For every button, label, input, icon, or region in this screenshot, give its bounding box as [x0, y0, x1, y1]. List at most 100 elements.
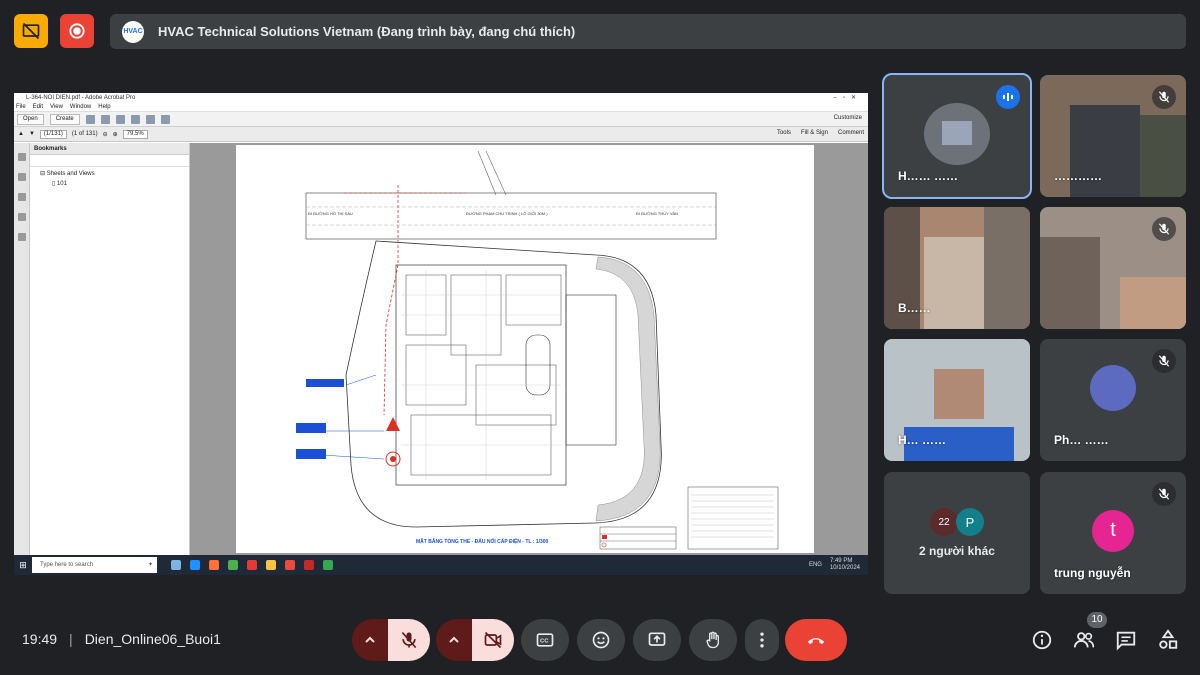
document-canvas[interactable]: ĐI ĐƯỜNG HỒ THỊ SÁU ĐƯỜNG PHẠM CHU TRINH…: [190, 143, 868, 555]
mic-off-icon: [1152, 217, 1176, 241]
present-screen-button[interactable]: [633, 619, 681, 661]
participant-tile-2[interactable]: …………: [1040, 75, 1186, 197]
camera-toggle-button[interactable]: [472, 619, 514, 661]
recording-button[interactable]: [60, 14, 94, 48]
attachments-icon[interactable]: [17, 193, 26, 201]
explorer-icon[interactable]: [266, 560, 276, 570]
drawing-title: MẶT BẰNG TỔNG THỂ - ĐẤU NỐI CẤP ĐIỆN - T…: [416, 537, 549, 545]
site-plan-drawing: ĐI ĐƯỜNG HỒ THỊ SÁU ĐƯỜNG PHẠM CHU TRINH…: [296, 150, 779, 550]
comment-link[interactable]: Comment: [838, 130, 864, 136]
meet-icon[interactable]: [285, 560, 295, 570]
emoji-reaction-button[interactable]: [577, 619, 625, 661]
windows-taskbar: ⊞ Type here to search ✦ ENG 7:49 PM 10/1…: [14, 555, 868, 575]
more-options-button[interactable]: [745, 619, 779, 661]
zoom-field[interactable]: 79.5%: [122, 129, 148, 139]
more-vertical-icon: [760, 632, 764, 648]
print-icon[interactable]: [100, 114, 110, 124]
chat-button[interactable]: [1113, 627, 1139, 653]
pages-icon[interactable]: [17, 153, 26, 161]
present-off-icon: [22, 22, 40, 40]
tray-lang[interactable]: ENG: [809, 562, 822, 568]
zoom-out-icon[interactable]: ⊖: [103, 131, 108, 138]
email-icon[interactable]: [115, 114, 125, 124]
menu-help[interactable]: Help: [98, 103, 110, 111]
meeting-separator: |: [69, 631, 73, 647]
others-tile[interactable]: 22 P 2 người khác: [884, 472, 1030, 594]
present-screen-icon: [648, 632, 666, 646]
windows-start-icon[interactable]: ⊞: [14, 560, 32, 571]
chat-icon: [1116, 631, 1136, 651]
people-count-badge: 10: [1087, 612, 1107, 628]
bookmarks-panel: Bookmarks ⊟ Sheets and Views ▯ 101: [30, 143, 190, 555]
taskbar-search[interactable]: Type here to search ✦: [32, 557, 157, 573]
zoom-in-icon[interactable]: ⊕: [113, 131, 118, 138]
sign-icon[interactable]: [160, 114, 170, 124]
video-options-button[interactable]: [436, 619, 472, 661]
raise-hand-button[interactable]: [689, 619, 737, 661]
create-button[interactable]: Create: [49, 113, 80, 125]
activities-button[interactable]: [1155, 627, 1181, 653]
menu-view[interactable]: View: [50, 103, 63, 111]
participant-tile-3[interactable]: B……: [884, 207, 1030, 329]
prev-page-icon[interactable]: ▲: [18, 131, 24, 137]
participant-tile-4[interactable]: [1040, 207, 1186, 329]
taskview-icon[interactable]: [171, 560, 181, 570]
customize-button[interactable]: Customize: [834, 115, 862, 121]
bookmark-sheets-views[interactable]: ⊟ Sheets and Views: [30, 167, 189, 177]
page-number-field[interactable]: (1/131): [39, 129, 67, 139]
participant-tile-8[interactable]: t trung nguyễn: [1040, 472, 1186, 594]
presentation-title-bar[interactable]: HVAC HVAC Technical Solutions Vietnam (Đ…: [110, 14, 1186, 49]
captions-button[interactable]: CC: [521, 619, 569, 661]
page-total: (1 of 131): [71, 131, 98, 137]
tools-link[interactable]: Tools: [777, 130, 791, 136]
next-page-icon[interactable]: ▼: [29, 131, 35, 137]
tray-date: 10/10/2024: [829, 565, 860, 571]
signatures-icon[interactable]: [17, 233, 26, 241]
taskbar-search-placeholder: Type here to search: [40, 562, 94, 568]
open-button[interactable]: Open: [17, 113, 44, 125]
svg-text:CC: CC: [540, 639, 549, 645]
avatar: [1090, 364, 1136, 411]
raise-hand-icon: [706, 631, 719, 649]
fill-sign-link[interactable]: Fill & Sign: [801, 130, 828, 136]
bookmarks-tools: [30, 155, 189, 167]
acrobat-toolbar: Open Create Customize: [14, 112, 868, 127]
comment-icon[interactable]: [145, 114, 155, 124]
mic-off-icon: [1152, 85, 1176, 109]
bookmark-101[interactable]: ▯ 101: [30, 177, 189, 187]
people-button[interactable]: [1071, 627, 1097, 653]
record-icon: [69, 23, 85, 39]
participant-tile-5[interactable]: H… ……: [884, 339, 1030, 461]
chrome-icon[interactable]: [228, 560, 238, 570]
mic-toggle-button[interactable]: [388, 619, 430, 661]
save-icon[interactable]: [85, 114, 95, 124]
participant-tile-1[interactable]: H…… ……: [882, 73, 1032, 199]
meeting-details-button[interactable]: [1029, 627, 1055, 653]
acrobat-taskbar-icon[interactable]: [247, 560, 257, 570]
street-north-label: ĐƯỜNG PHẠM CHU TRINH ( LỘ GIỚI 30M ): [466, 211, 548, 216]
speaking-indicator-icon: [996, 85, 1020, 109]
chevron-up-icon: [449, 636, 459, 643]
participant-name: B……: [898, 301, 931, 315]
stop-presenting-button[interactable]: [14, 14, 48, 48]
firefox-icon[interactable]: [209, 560, 219, 570]
menu-edit[interactable]: Edit: [33, 103, 43, 111]
chevron-up-icon: [365, 636, 375, 643]
menu-window[interactable]: Window: [70, 103, 91, 111]
leave-call-button[interactable]: [785, 619, 847, 661]
edge-icon[interactable]: [190, 560, 200, 570]
closed-captions-icon: CC: [536, 633, 554, 647]
autocad-icon[interactable]: [304, 560, 314, 570]
bookmarks-icon[interactable]: [17, 173, 26, 181]
settings-icon[interactable]: [130, 114, 140, 124]
street-east-label: ĐI ĐƯỜNG THÚY VÂN: [636, 211, 678, 216]
window-controls: –▫✕: [833, 95, 862, 101]
layers-icon[interactable]: [17, 213, 26, 221]
camera-off-icon: [484, 631, 502, 649]
participant-tile-6[interactable]: Ph… ……: [1040, 339, 1186, 461]
audio-options-button[interactable]: [352, 619, 388, 661]
menu-file[interactable]: File: [16, 103, 26, 111]
shared-screen[interactable]: L-364-NOI DIEN.pdf - Adobe Acrobat Pro –…: [14, 93, 868, 575]
chrome2-icon[interactable]: [323, 560, 333, 570]
avatar: 22: [930, 508, 958, 536]
